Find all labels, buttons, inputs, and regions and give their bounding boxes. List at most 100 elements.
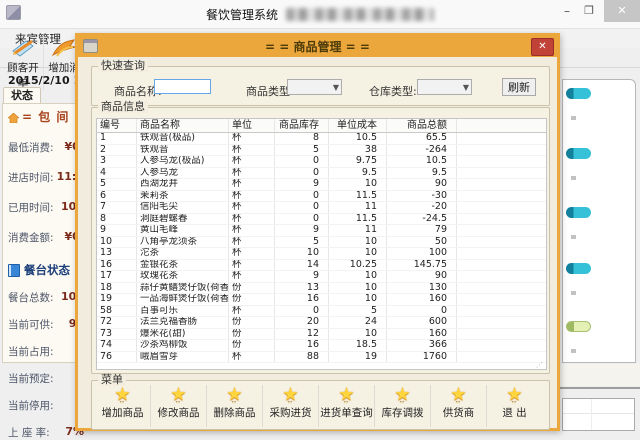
table-row[interactable]: 13 沱茶 杯 10 10 100 — [97, 248, 546, 260]
cell-stock: 9 — [275, 179, 329, 190]
cell-name: 金银花茶 — [137, 260, 229, 271]
warehouse-type-select[interactable]: ▼ — [417, 79, 472, 95]
product-info-title: 商品信息 — [98, 101, 148, 113]
cell-stock: 13 — [275, 283, 329, 294]
table-row[interactable]: 2 铁观音 杯 5 38 -264 — [97, 145, 546, 157]
dialog-titlebar[interactable]: = = 商品管理 = = ✕ — [78, 36, 557, 57]
cell-stock: 9 — [275, 271, 329, 282]
product-management-dialog: = = 商品管理 = = ✕ 快速查询 商品名称: 商品类型: ▼ 仓库类型: … — [75, 33, 560, 431]
table-row[interactable]: 74 沙茶鸡柳饭 份 16 18.5 366 — [97, 340, 546, 352]
table-row[interactable]: 16 金银花茶 杯 14 10.25 145.75 — [97, 260, 546, 272]
cell-unit-cost: 24 — [329, 317, 387, 328]
cell-total: -264 — [387, 145, 457, 156]
cell-name: 铁观音(极品) — [137, 133, 229, 144]
close-button[interactable]: ✕ — [604, 0, 640, 22]
table-row[interactable]: 7 信阳毛尖 杯 0 11 -20 — [97, 202, 546, 214]
product-type-select[interactable]: ▼ — [287, 79, 342, 95]
cell-name: 信阳毛尖 — [137, 202, 229, 213]
star-icon: ★ — [263, 385, 318, 405]
cell-unit: 份 — [229, 294, 275, 305]
cell-id: 72 — [97, 317, 137, 328]
cell-name: 黄山毛峰 — [137, 225, 229, 236]
tab-status[interactable]: 状态 — [3, 87, 41, 104]
cell-unit-cost: 10 — [329, 248, 387, 259]
table-header-row: 编号 商品名称 单位 商品库存 单位成本 商品总额 — [97, 119, 546, 133]
cell-name: 百事可乐 — [137, 306, 229, 317]
table-row[interactable]: 76 峨眉雪芽 杯 88 19 1760 — [97, 352, 546, 364]
quick-query-title: 快速查询 — [98, 60, 148, 72]
menu-button[interactable]: ★ 修改商品 — [150, 385, 206, 427]
table-row[interactable]: 5 西湖龙井 杯 9 10 90 — [97, 179, 546, 191]
menu-button[interactable]: ★ 增加商品 — [95, 385, 150, 427]
dialog-close-button[interactable]: ✕ — [531, 38, 554, 56]
menu-button[interactable]: ★ 采购进货 — [262, 385, 318, 427]
table-row[interactable]: 18 蒜仔黄鳝煲仔饭(荷香) 份 13 10 130 — [97, 283, 546, 295]
cell-id: 7 — [97, 202, 137, 213]
cell-unit: 份 — [229, 329, 275, 340]
cell-unit-cost: 9.75 — [329, 156, 387, 167]
product-name-input[interactable] — [154, 79, 211, 94]
resize-grip[interactable]: ⋰ — [536, 362, 544, 368]
menu-button[interactable]: ★ 删除商品 — [206, 385, 262, 427]
star-icon: ★ — [151, 385, 206, 405]
cell-name: 爆米花(甜) — [137, 329, 229, 340]
right-divider — [560, 387, 640, 389]
minimize-button[interactable]: – — [560, 4, 574, 18]
cell-filler — [457, 145, 546, 156]
cell-total: 130 — [387, 283, 457, 294]
table-row[interactable]: 6 茉莉茶 杯 0 11.5 -30 — [97, 191, 546, 203]
cell-name: 法兰克福香肠 — [137, 317, 229, 328]
table-row[interactable]: 19 一品海鲜煲仔饭(荷香) 份 16 10 160 — [97, 294, 546, 306]
table-row[interactable]: 73 爆米花(甜) 份 12 10 160 — [97, 329, 546, 341]
cell-stock: 0 — [275, 191, 329, 202]
table-row[interactable]: 10 八角亭龙须茶 杯 5 10 50 — [97, 237, 546, 249]
menu-button[interactable]: ★ 进货单查询 — [318, 385, 374, 427]
refresh-button[interactable]: 刷新 — [502, 78, 536, 96]
table-row[interactable]: 17 玫瑰花茶 杯 9 10 90 — [97, 271, 546, 283]
table-row[interactable]: 8 洞庭碧螺春 杯 0 11.5 -24.5 — [97, 214, 546, 226]
home-icon — [8, 112, 19, 122]
right-strip — [560, 364, 640, 386]
menu-button[interactable]: ★ 供货商 — [430, 385, 486, 427]
cell-filler — [457, 340, 546, 351]
cell-filler — [457, 317, 546, 328]
cell-name: 人参乌龙(极品) — [137, 156, 229, 167]
cell-id: 18 — [97, 283, 137, 294]
field-label: 最低消费: — [8, 140, 54, 155]
field-label: 餐台总数: — [8, 290, 54, 305]
table-row[interactable]: 1 铁观音(极品) 杯 8 10.5 65.5 — [97, 133, 546, 145]
star-icon: ★ — [319, 385, 374, 405]
cell-unit: 杯 — [229, 306, 275, 317]
cell-filler — [457, 133, 546, 144]
cell-unit-cost: 11 — [329, 225, 387, 236]
field-label: 上 座 率: — [8, 425, 50, 440]
cell-name: 沱茶 — [137, 248, 229, 259]
cell-stock: 5 — [275, 145, 329, 156]
menu-button[interactable]: ★ 退 出 — [486, 385, 542, 427]
field-label: 进店时间: — [8, 170, 54, 185]
table-row[interactable]: 72 法兰克福香肠 份 20 24 600 — [97, 317, 546, 329]
cell-stock: 20 — [275, 317, 329, 328]
table-status-title: 餐台状态 — [24, 262, 70, 278]
chevron-down-icon: ▼ — [333, 83, 339, 92]
cell-unit-cost: 11.5 — [329, 214, 387, 225]
cell-id: 17 — [97, 271, 137, 282]
star-icon: ★ — [487, 385, 542, 405]
menu-button[interactable]: ★ 库存调拨 — [374, 385, 430, 427]
cell-id: 6 — [97, 191, 137, 202]
cell-stock: 16 — [275, 294, 329, 305]
table-row[interactable]: 4 人参乌龙 杯 0 9.5 9.5 — [97, 168, 546, 180]
cell-unit: 杯 — [229, 133, 275, 144]
cell-filler — [457, 294, 546, 305]
cell-stock: 0 — [275, 214, 329, 225]
cell-name: 茉莉茶 — [137, 191, 229, 202]
product-table[interactable]: 编号 商品名称 单位 商品库存 单位成本 商品总额 1 铁观音(极品) 杯 8 … — [96, 118, 547, 370]
table-row[interactable]: 3 人参乌龙(极品) 杯 0 9.75 10.5 — [97, 156, 546, 168]
cell-unit-cost: 11 — [329, 202, 387, 213]
maximize-button[interactable]: ❐ — [582, 4, 596, 18]
censored-text — [286, 8, 434, 21]
table-row[interactable]: 58 百事可乐 杯 0 5 0 — [97, 306, 546, 318]
room-map-panel — [562, 79, 636, 363]
cell-filler — [457, 237, 546, 248]
table-row[interactable]: 9 黄山毛峰 杯 9 11 79 — [97, 225, 546, 237]
